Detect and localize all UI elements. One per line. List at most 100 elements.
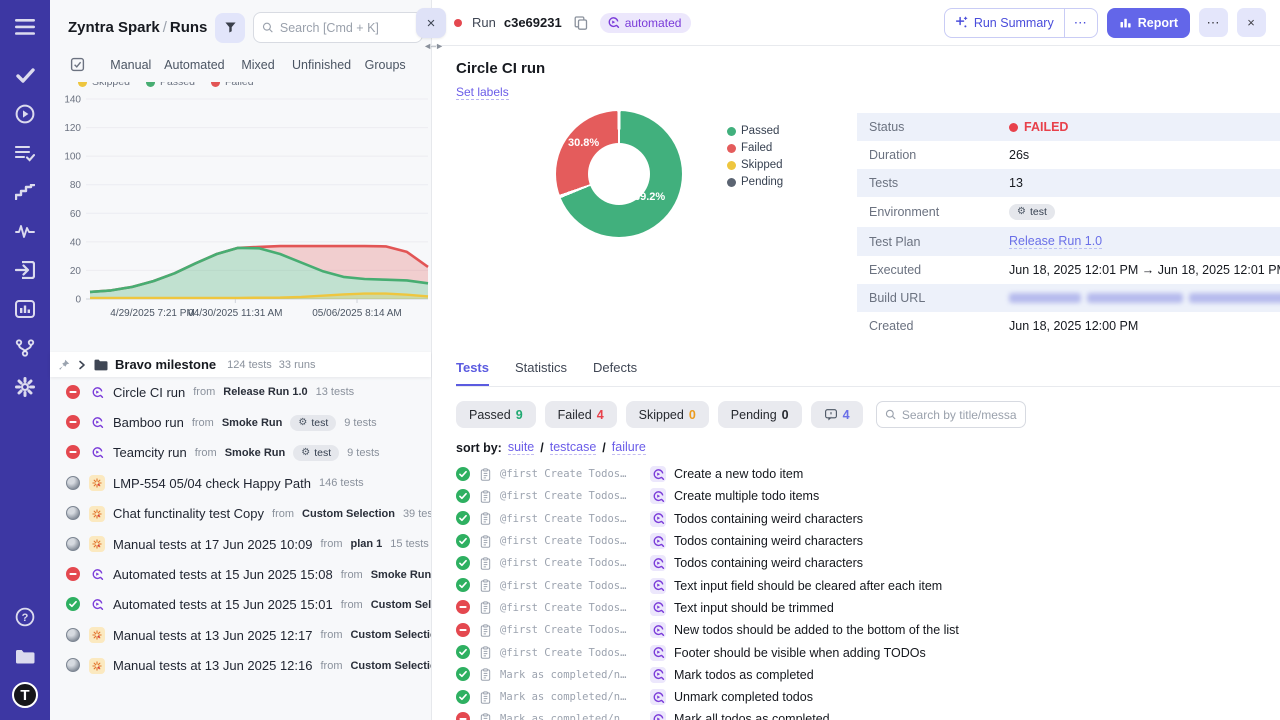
- tab-mixed[interactable]: Mixed: [226, 58, 290, 72]
- set-labels-link[interactable]: Set labels: [456, 85, 509, 100]
- automated-badge[interactable]: automated: [600, 13, 692, 33]
- filter-skipped[interactable]: Skipped 0: [626, 401, 709, 428]
- folder-icon: [94, 359, 108, 371]
- test-plan-link[interactable]: Release Run 1.0: [1009, 234, 1102, 249]
- tab-groups[interactable]: Groups: [353, 58, 417, 72]
- test-title: Todos containing weird characters: [674, 512, 863, 526]
- run-list-item[interactable]: Teamcity runfromSmoke Run⚙test9 tests: [50, 438, 431, 468]
- sort-failure-link[interactable]: failure: [612, 440, 646, 455]
- filter-pending[interactable]: Pending 0: [718, 401, 802, 428]
- activity-icon[interactable]: [12, 218, 38, 244]
- app-logo[interactable]: T: [12, 682, 38, 708]
- run-list-item[interactable]: Automated tests at 15 Jun 2025 15:01from…: [50, 590, 431, 620]
- runs-search[interactable]: [253, 12, 423, 43]
- run-status-dot: [454, 19, 462, 27]
- checkmark-icon[interactable]: [12, 62, 38, 88]
- tab-tests[interactable]: Tests: [456, 360, 489, 386]
- select-all-icon[interactable]: [70, 57, 85, 72]
- gear-icon[interactable]: [12, 374, 38, 400]
- test-row[interactable]: @first Create Todos…Todos containing wei…: [456, 530, 1280, 552]
- filter-passed[interactable]: Passed 9: [456, 401, 536, 428]
- test-row[interactable]: Mark as completed/n…Unmark completed tod…: [456, 686, 1280, 708]
- run-list-item[interactable]: Chat functinality test CopyfromCustom Se…: [50, 499, 431, 529]
- run-summary-button[interactable]: Run Summary ⋯: [944, 8, 1098, 38]
- tab-statistics[interactable]: Statistics: [515, 360, 567, 386]
- sort-testcase-link[interactable]: testcase: [550, 440, 597, 455]
- run-list-item[interactable]: Manual tests at 13 Jun 2025 12:16fromCus…: [50, 651, 431, 681]
- test-row[interactable]: @first Create Todos…New todos should be …: [456, 619, 1280, 641]
- passed-icon: [456, 534, 471, 549]
- help-icon[interactable]: ?: [12, 604, 38, 630]
- run-list-item[interactable]: Manual tests at 17 Jun 2025 10:09frompla…: [50, 529, 431, 559]
- test-row[interactable]: Mark as completed/n…Mark todos as comple…: [456, 664, 1280, 686]
- tab-manual[interactable]: Manual: [99, 58, 163, 72]
- run-tests-count: 9 tests: [347, 447, 379, 459]
- runs-panel-header: Zyntra Spark/Runs: [50, 0, 431, 51]
- automated-run-icon: [89, 445, 105, 461]
- in-progress-icon: [66, 476, 81, 491]
- run-source: Custom Selection: [371, 599, 431, 611]
- result-filters: Passed 9 Failed 4 Skipped 0 Pending 0 4: [456, 401, 1280, 428]
- play-circle-icon[interactable]: [12, 101, 38, 127]
- report-button[interactable]: Report: [1107, 8, 1190, 38]
- runs-search-input[interactable]: [280, 21, 414, 35]
- close-panel-button[interactable]: ×: [416, 8, 446, 38]
- tests-search[interactable]: [876, 401, 1026, 428]
- folders-icon[interactable]: [12, 643, 38, 669]
- filter-button[interactable]: [215, 13, 245, 43]
- run-source: Smoke Run: [222, 417, 283, 429]
- pin-icon[interactable]: [58, 359, 70, 371]
- automated-test-icon: [650, 667, 666, 683]
- test-row[interactable]: @first Create Todos…Text input should be…: [456, 597, 1280, 619]
- comments-filter[interactable]: 4: [811, 401, 863, 428]
- project-name[interactable]: Zyntra Spark: [68, 19, 160, 36]
- chevron-right-icon[interactable]: [77, 360, 87, 370]
- test-row[interactable]: @first Create Todos…Footer should be vis…: [456, 641, 1280, 663]
- run-list-item[interactable]: Circle CI runfromRelease Run 1.013 tests: [50, 377, 431, 407]
- run-tests-count: 39 tests: [403, 508, 431, 520]
- run-name: Automated tests at 15 Jun 2025 15:08: [113, 567, 333, 582]
- close-run-button[interactable]: ×: [1237, 8, 1266, 37]
- milestone-name: Bravo milestone: [115, 357, 216, 372]
- tests-search-input[interactable]: [902, 408, 1017, 422]
- detail-row: Tests13: [857, 169, 1280, 197]
- test-row[interactable]: @first Create Todos…Text input field sho…: [456, 574, 1280, 596]
- test-row[interactable]: @first Create Todos…Todos containing wei…: [456, 552, 1280, 574]
- resize-handle-icon[interactable]: ◄–►: [423, 41, 443, 51]
- menu-icon[interactable]: [12, 14, 38, 40]
- clipboard-icon: [479, 601, 492, 614]
- automated-test-icon: [650, 533, 666, 549]
- list-check-icon[interactable]: [12, 140, 38, 166]
- test-row[interactable]: Mark as completed/n…Mark all todos as co…: [456, 708, 1280, 720]
- copy-icon[interactable]: [574, 16, 588, 30]
- run-summary-more-button[interactable]: ⋯: [1064, 9, 1097, 37]
- branches-icon[interactable]: [12, 335, 38, 361]
- milestone-row[interactable]: Bravo milestone 124 tests 33 runs: [50, 352, 431, 377]
- page-title: Runs: [170, 19, 208, 36]
- filter-failed[interactable]: Failed 4: [545, 401, 617, 428]
- steps-icon[interactable]: [12, 179, 38, 205]
- area-chart-legend: SkippedPassedFailed: [78, 82, 431, 91]
- run-list-item[interactable]: Bamboo runfromSmoke Run⚙test9 tests: [50, 407, 431, 437]
- donut-passed-label: 69.2%: [634, 191, 665, 203]
- run-list-item[interactable]: Automated tests at 15 Jun 2025 15:08from…: [50, 559, 431, 589]
- automated-test-icon: [650, 555, 666, 571]
- import-icon[interactable]: [12, 257, 38, 283]
- tab-unfinished[interactable]: Unfinished: [290, 58, 354, 72]
- tab-defects[interactable]: Defects: [593, 360, 637, 386]
- tab-automated[interactable]: Automated: [163, 58, 227, 72]
- legend-item: Pending: [727, 176, 827, 188]
- more-actions-button[interactable]: ⋯: [1199, 8, 1228, 37]
- test-title: Create a new todo item: [674, 467, 803, 481]
- clipboard-icon: [479, 490, 492, 503]
- run-list-item[interactable]: LMP-554 05/04 check Happy Path146 tests: [50, 468, 431, 498]
- test-row[interactable]: @first Create Todos…Todos containing wei…: [456, 508, 1280, 530]
- test-row[interactable]: @first Create Todos…Create multiple todo…: [456, 485, 1280, 507]
- run-tests-count: 9 tests: [344, 417, 376, 429]
- run-list-item[interactable]: Manual tests at 13 Jun 2025 12:17fromCus…: [50, 620, 431, 650]
- bar-chart-icon[interactable]: [12, 296, 38, 322]
- failed-icon: [456, 712, 471, 720]
- sort-suite-link[interactable]: suite: [508, 440, 534, 455]
- sort-separator: /: [602, 441, 605, 455]
- test-row[interactable]: @first Create Todos…Create a new todo it…: [456, 463, 1280, 485]
